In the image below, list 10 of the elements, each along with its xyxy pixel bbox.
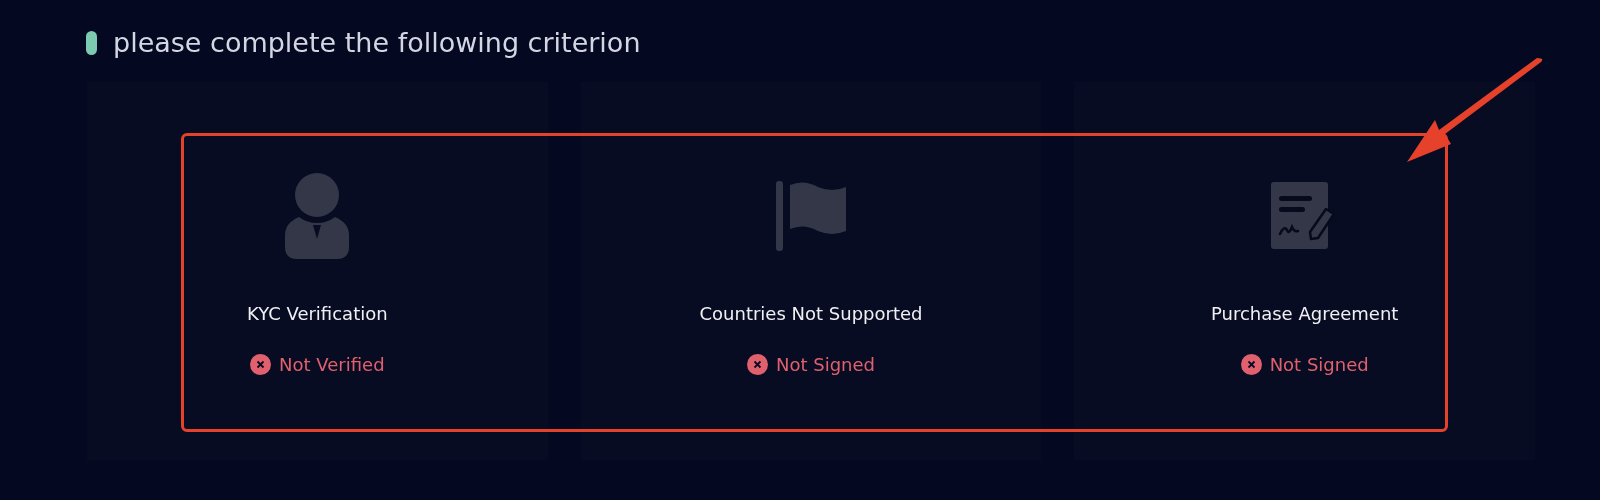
criterion-status: Not Signed: [1269, 353, 1369, 377]
heading-marker: [86, 31, 97, 55]
flag-icon: [776, 181, 846, 251]
person-icon: [285, 173, 350, 259]
criterion-status: Not Verified: [279, 353, 385, 377]
criterion-status: Not Signed: [775, 353, 875, 377]
criterion-title: KYC Verification: [247, 302, 388, 326]
criterion-title: Countries Not Supported: [699, 302, 923, 326]
section-heading: please complete the following criterion: [113, 25, 641, 60]
criterion-title: Purchase Agreement: [1210, 302, 1399, 326]
